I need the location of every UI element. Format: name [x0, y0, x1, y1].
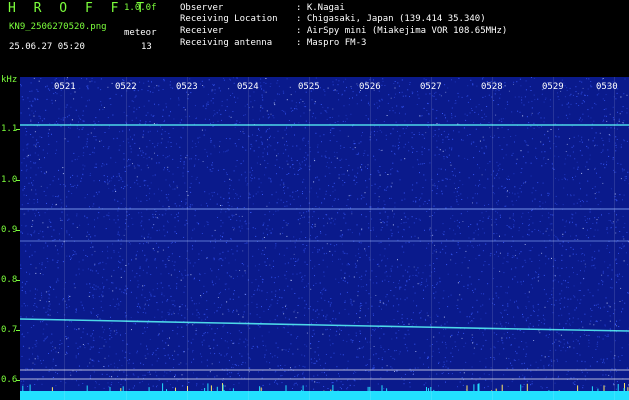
- time-gridline: [64, 77, 65, 400]
- spectrogram-canvas: [20, 77, 629, 400]
- meteor-label: meteor: [124, 28, 157, 38]
- x-tick-label: 0522: [115, 82, 137, 92]
- info-row-receiver: Receiver : AirSpy mini (Miakejima VOR 108…: [180, 26, 507, 37]
- info-key: Receiving Location: [180, 14, 278, 24]
- info-value: : Chigasaki, Japan (139.414 35.340): [296, 14, 486, 24]
- filename-label: KN9_2506270520.png: [9, 22, 107, 32]
- time-gridline: [309, 77, 310, 400]
- info-value: : Maspro FM-3: [296, 38, 367, 48]
- y-tick-label: 1.1: [1, 124, 18, 134]
- x-tick-label: 0529: [542, 82, 564, 92]
- spectrogram-plot: [20, 77, 629, 400]
- carrier-spikes: [22, 383, 629, 391]
- time-gridline: [370, 77, 371, 400]
- noise-field: [20, 77, 629, 390]
- time-gridline: [553, 77, 554, 400]
- info-row-location: Receiving Location : Chigasaki, Japan (13…: [180, 14, 486, 25]
- y-tick-label: 1.0: [1, 175, 18, 185]
- x-tick-label: 0523: [176, 82, 198, 92]
- x-tick-label: 0526: [359, 82, 381, 92]
- time-gridline: [248, 77, 249, 400]
- time-gridline: [187, 77, 188, 400]
- y-tick-label: 0.9: [1, 225, 18, 235]
- info-value: : AirSpy mini (Miakejima VOR 108.65MHz): [296, 26, 508, 36]
- y-tick-label: 0.6: [1, 375, 18, 385]
- info-key: Observer: [180, 3, 224, 13]
- y-axis-unit: kHz: [1, 75, 18, 85]
- info-value: : K.Nagai: [296, 3, 345, 13]
- carrier-band: [20, 391, 629, 400]
- info-key: Receiver: [180, 26, 224, 36]
- info-key: Receiving antenna: [180, 38, 273, 48]
- y-tick-label: 0.8: [1, 275, 18, 285]
- x-tick-label: 0530: [596, 82, 618, 92]
- meteor-count: 13: [141, 42, 152, 52]
- y-tick-label: 0.7: [1, 325, 18, 335]
- time-gridline: [126, 77, 127, 400]
- x-tick-label: 0527: [420, 82, 442, 92]
- version-label: 1.0.0f: [124, 3, 157, 13]
- x-tick-label: 0521: [54, 82, 76, 92]
- signal-trace-drifting: [20, 318, 629, 332]
- x-tick-label: 0528: [481, 82, 503, 92]
- time-gridline: [614, 77, 615, 400]
- x-tick-label: 0524: [237, 82, 259, 92]
- time-gridline: [492, 77, 493, 400]
- info-row-observer: Observer : K.Nagai: [180, 3, 345, 14]
- time-gridline: [431, 77, 432, 400]
- datetime-label: 25.06.27 05:20: [9, 42, 85, 52]
- info-row-antenna: Receiving antenna : Maspro FM-3: [180, 38, 366, 49]
- x-tick-label: 0525: [298, 82, 320, 92]
